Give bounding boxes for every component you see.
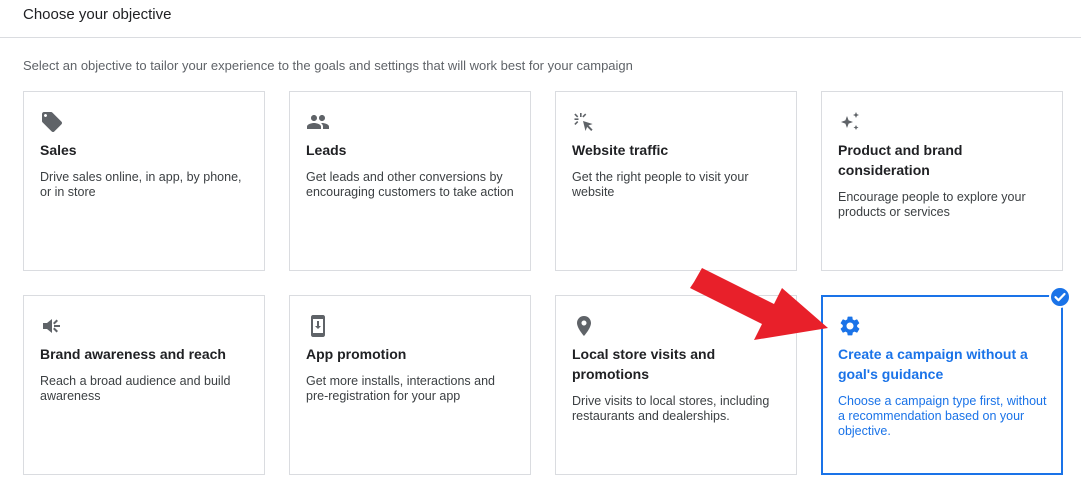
objective-title: Product and brand consideration xyxy=(838,142,963,178)
objective-title: Leads xyxy=(306,142,347,158)
gear-icon xyxy=(840,316,860,336)
objective-description: Get more installs, interactions and pre-… xyxy=(306,374,495,403)
objective-title: Brand awareness and reach xyxy=(40,346,226,362)
objective-card-leads[interactable]: Leads Get leads and other conversions by… xyxy=(289,91,531,271)
objective-title: Local store visits and promotions xyxy=(572,346,716,382)
objective-card-brand-awareness[interactable]: Brand awareness and reach Reach a broad … xyxy=(23,295,265,475)
objective-card-website-traffic[interactable]: Website traffic Get the right people to … xyxy=(555,91,797,271)
objective-description: Reach a broad audience and build awarene… xyxy=(40,374,231,403)
objective-card-product-brand-consideration[interactable]: Product and brand consideration Encourag… xyxy=(821,91,1063,271)
speaker-icon xyxy=(43,319,60,333)
page-title: Choose your objective xyxy=(23,6,172,23)
objective-description: Get the right people to visit your websi… xyxy=(572,170,749,199)
sparkle-icon xyxy=(841,112,859,130)
objective-description: Drive sales online, in app, by phone, or… xyxy=(40,170,242,199)
page-header: Choose your objective xyxy=(0,0,1081,38)
objective-title: Create a campaign without a goal's guida… xyxy=(838,346,1028,382)
objective-card-no-guidance[interactable]: Create a campaign without a goal's guida… xyxy=(821,295,1063,475)
tag-icon xyxy=(42,112,62,132)
cursor-click-icon xyxy=(574,113,593,131)
objective-card-app-promotion[interactable]: App promotion Get more installs, interac… xyxy=(289,295,531,475)
selected-check-icon xyxy=(1049,286,1071,308)
objective-title: App promotion xyxy=(306,346,407,362)
phone-download-icon xyxy=(311,315,325,337)
objective-title: Sales xyxy=(40,142,77,158)
objective-description: Drive visits to local stores, including … xyxy=(572,394,770,423)
objective-description: Encourage people to explore your product… xyxy=(838,190,1026,219)
objective-description: Get leads and other conversions by encou… xyxy=(306,170,514,199)
location-pin-icon xyxy=(577,316,591,336)
annotation-arrow-icon xyxy=(690,268,828,340)
people-icon xyxy=(307,115,329,129)
objective-description: Choose a campaign type first, without a … xyxy=(838,394,1047,438)
objective-card-sales[interactable]: Sales Drive sales online, in app, by pho… xyxy=(23,91,265,271)
objective-title: Website traffic xyxy=(572,142,669,158)
page-subtitle: Select an objective to tailor your exper… xyxy=(23,58,633,73)
